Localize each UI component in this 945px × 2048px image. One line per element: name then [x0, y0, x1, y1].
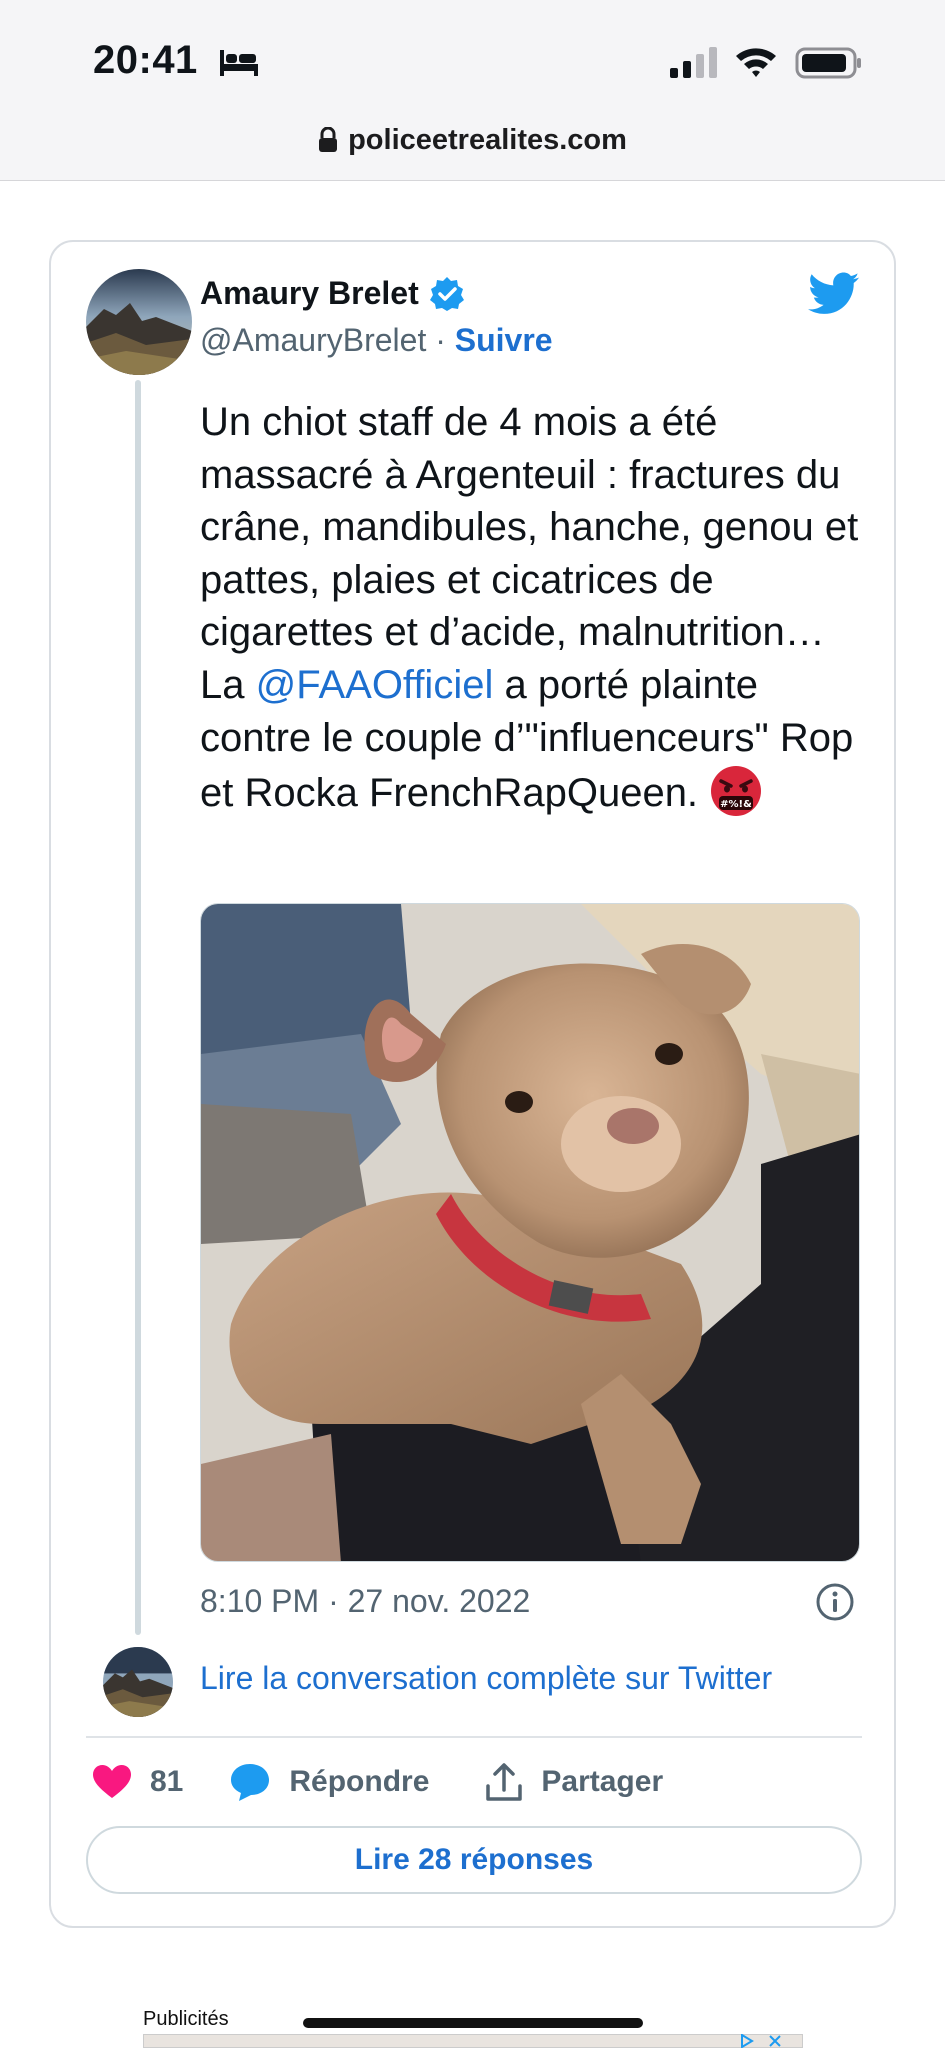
follow-link[interactable]: Suivre [455, 322, 553, 358]
actions-divider [86, 1736, 862, 1738]
angry-cursing-face-icon: #%!& [711, 766, 762, 817]
reply-label: Répondre [289, 1765, 430, 1798]
info-icon[interactable] [815, 1582, 855, 1622]
reply-action[interactable]: Répondre [229, 1762, 429, 1802]
twitter-bird-icon[interactable] [808, 272, 860, 316]
tweet-actions: 81 Répondre Partager [92, 1760, 663, 1804]
tweet-timestamp[interactable]: 8:10 PM · 27 nov. 2022 [200, 1583, 530, 1620]
share-icon [486, 1763, 523, 1801]
tweet-text: Un chiot staff de 4 mois a été massacré … [200, 396, 880, 820]
author-handle[interactable]: @AmauryBrelet [200, 322, 426, 358]
signal-icon [670, 47, 717, 78]
puppy-photo[interactable] [200, 903, 860, 1562]
author-avatar[interactable] [86, 269, 192, 375]
ads-label: Publicités [143, 2008, 229, 2030]
share-action[interactable]: Partager [485, 1762, 663, 1802]
author-name: Amaury Brelet [200, 275, 419, 311]
mention-link[interactable]: @FAAOfficiel [256, 663, 494, 707]
ad-banner[interactable] [143, 2034, 803, 2048]
svg-text:#%!&: #%!& [720, 799, 752, 810]
bed-icon [220, 50, 258, 76]
like-action[interactable]: 81 [92, 1764, 183, 1800]
wifi-icon [736, 48, 776, 77]
author-name-row[interactable]: Amaury Brelet [200, 275, 465, 312]
handle-line: @AmauryBrelet · Suivre [200, 322, 553, 359]
browser-top-bar: 20:41 policeetrealites.com [0, 0, 945, 181]
url-text: policeetrealites.com [348, 123, 627, 156]
heart-icon [93, 1765, 131, 1798]
author-avatar-small[interactable] [103, 1647, 173, 1717]
address-bar[interactable]: policeetrealites.com [0, 118, 945, 162]
reply-bubble-icon [231, 1764, 270, 1801]
share-label: Partager [541, 1765, 664, 1798]
status-time: 20:41 [93, 38, 198, 82]
handle-separator: · [435, 322, 446, 358]
thread-line [135, 380, 141, 1635]
read-full-conversation-link[interactable]: Lire la conversation complète sur Twitte… [200, 1660, 772, 1697]
battery-icon [795, 47, 861, 79]
like-count: 81 [150, 1765, 184, 1798]
home-indicator[interactable] [303, 2018, 643, 2028]
read-replies-button[interactable]: Lire 28 réponses [86, 1826, 862, 1894]
tweet-text-part1: Un chiot staff de 4 mois a été massacré … [200, 400, 859, 707]
verified-badge-icon [429, 276, 464, 311]
lock-icon [319, 127, 338, 152]
ad-choices-icon[interactable] [738, 2034, 788, 2048]
